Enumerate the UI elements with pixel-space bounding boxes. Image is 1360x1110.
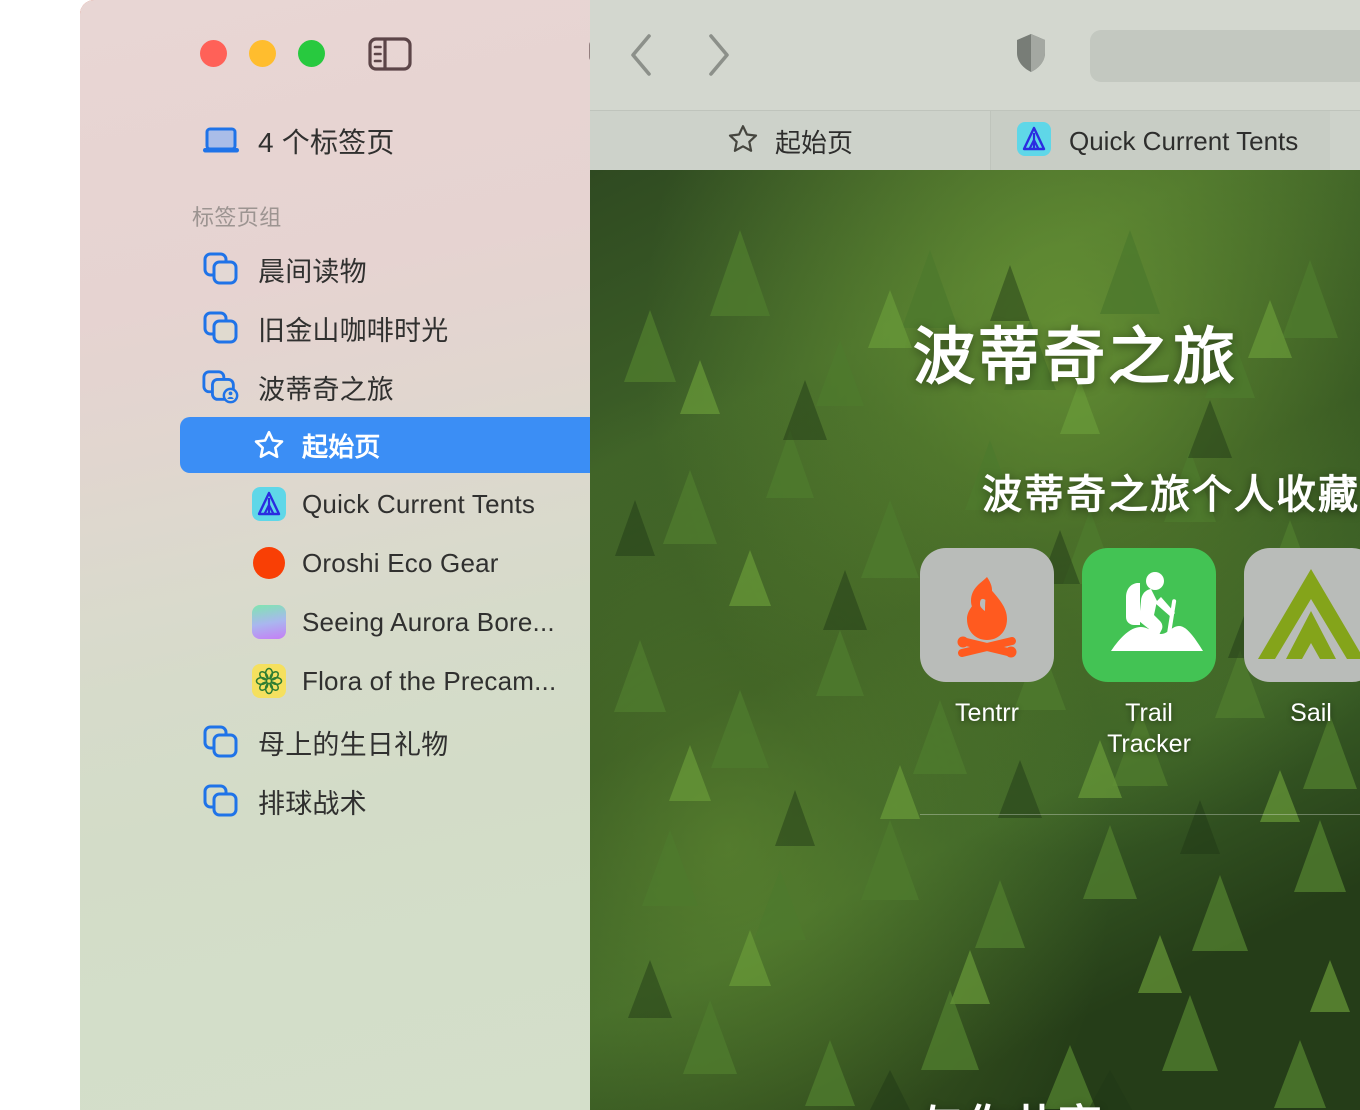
forward-button[interactable]	[702, 32, 734, 83]
shared-with-you-heading: 与你共享	[920, 1090, 1104, 1110]
hiker-icon	[1082, 548, 1216, 682]
favorite-label: Trail Tracker	[1107, 699, 1191, 758]
tab-group-icon	[202, 252, 240, 286]
laptop-icon	[202, 127, 240, 155]
sidebar-item-tab-group-2[interactable]: 波蒂奇之旅	[180, 359, 590, 415]
tab-label: Seeing Aurora Bore...	[302, 606, 555, 637]
tab-label: 起始页	[302, 431, 381, 462]
tent-favicon	[252, 487, 286, 521]
sidebar-toggle-icon[interactable]	[368, 36, 412, 77]
zoom-button[interactable]	[298, 40, 325, 67]
tab-bar: 起始页 Quick Current Tents	[590, 110, 1360, 281]
tab-label: Quick Current Tents	[302, 488, 536, 519]
sidebar-item-tab-group-0[interactable]: 晨间读物	[180, 241, 590, 297]
favorite-tile-trail-tracker[interactable]: Trail Tracker	[1082, 548, 1216, 759]
toolbar	[590, 0, 1360, 110]
circle-favicon	[252, 547, 286, 579]
sidebar-tab-flora-precambrian[interactable]: Flora of the Precam...	[180, 653, 590, 709]
sidebar-tab-start-page[interactable]: 起始页	[180, 417, 590, 473]
sidebar-tab-quick-current-tents[interactable]: Quick Current Tents	[180, 476, 590, 532]
start-page: 波蒂奇之旅 波蒂奇之旅个人收藏 Tentrr Trail Tracker Sai…	[590, 170, 1360, 1110]
tab-label: 起始页	[774, 127, 853, 158]
star-icon	[252, 429, 286, 461]
tent-favicon	[1017, 121, 1051, 161]
tab-start-page[interactable]: 起始页	[590, 111, 990, 171]
star-icon	[727, 123, 759, 160]
favorites-grid: Tentrr Trail Tracker Sail	[920, 548, 1360, 759]
favorite-tile-sail[interactable]: Sail	[1244, 548, 1360, 759]
tab-label: Flora of the Precam...	[302, 665, 557, 696]
tab-label: Quick Current Tents	[1069, 125, 1299, 156]
tab-quick-current-tents[interactable]: Quick Current Tents	[990, 111, 1330, 171]
minimize-button[interactable]	[249, 40, 276, 67]
favorite-label: Sail	[1290, 699, 1332, 727]
flower-favicon	[252, 664, 286, 698]
close-button[interactable]	[200, 40, 227, 67]
browser-window: 4 个标签页 标签页组 晨间读物 旧金山咖啡时光 波蒂奇之旅 起始页 Quick…	[0, 0, 1360, 1110]
tab-group-icon	[202, 784, 240, 818]
section-divider	[920, 814, 1360, 815]
page-title: 波蒂奇之旅	[912, 323, 1238, 392]
tab-group-label: 波蒂奇之旅	[258, 374, 394, 405]
sidebar: 4 个标签页 标签页组 晨间读物 旧金山咖啡时光 波蒂奇之旅 起始页 Quick…	[80, 0, 590, 1110]
sidebar-tab-seeing-aurora[interactable]: Seeing Aurora Bore...	[180, 594, 590, 650]
sidebar-tab-oroshi-eco-gear[interactable]: Oroshi Eco Gear	[180, 535, 590, 591]
tab-group-label: 排球战术	[258, 788, 367, 819]
favorite-tile-tentrr[interactable]: Tentrr	[920, 548, 1054, 759]
favorite-label: Tentrr	[955, 699, 1019, 727]
tab-group-icon	[202, 725, 240, 759]
tab-group-shared-icon	[202, 369, 240, 405]
tab-group-label: 旧金山咖啡时光	[258, 315, 449, 346]
address-bar[interactable]	[1090, 30, 1360, 82]
campfire-icon	[920, 548, 1054, 682]
mountain-peak-icon	[1244, 548, 1360, 682]
back-button[interactable]	[626, 32, 658, 83]
device-tabs-label: 4 个标签页	[258, 127, 395, 158]
tab-group-label: 母上的生日礼物	[258, 729, 449, 760]
sidebar-item-device-tabs[interactable]: 4 个标签页	[180, 113, 590, 169]
favorites-heading: 波蒂奇之旅个人收藏	[982, 473, 1360, 517]
tab-label: Oroshi Eco Gear	[302, 547, 499, 578]
traffic-lights	[200, 40, 325, 67]
sidebar-item-tab-group-4[interactable]: 排球战术	[180, 773, 590, 829]
tab-group-label: 晨间读物	[258, 256, 367, 287]
tab-group-icon	[202, 311, 240, 345]
privacy-shield-icon[interactable]	[1015, 32, 1047, 79]
sidebar-item-tab-group-3[interactable]: 母上的生日礼物	[180, 714, 590, 770]
browser-pane: 起始页 Quick Current Tents 波蒂奇之旅 波蒂奇之旅个人收藏 …	[590, 0, 1360, 1110]
sidebar-item-tab-group-1[interactable]: 旧金山咖啡时光	[180, 300, 590, 356]
tab-groups-header: 标签页组	[192, 205, 282, 230]
gradient-favicon	[252, 605, 286, 639]
